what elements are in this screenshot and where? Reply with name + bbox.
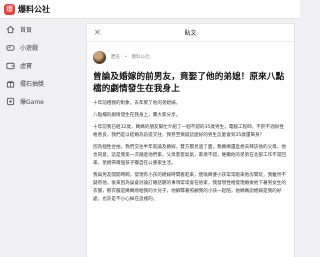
panel-header: ✕ 貼文 — [87, 24, 294, 42]
sidebar-item-virtual-treasure[interactable]: 虛寶 — [0, 56, 58, 74]
sidebar-item-label: 小遊戲 — [20, 44, 39, 52]
panel-title: 貼文 — [184, 30, 197, 37]
sidebar: 首頁 小遊戲 虛寶 擺石抽獎 爆Game — [0, 20, 58, 257]
post-paragraph: 我與男友開開時啊，發現有小孩的媳婦時間看起來，使喚婢婆小孩常常跑來他房間玩，我雖… — [93, 173, 286, 202]
site-name[interactable]: 爆料公社 — [18, 4, 50, 15]
post-paragraph: 十年前我已經32歲，媽媽的朋友幫忙介紹了一個不錯的35歲男生，電腦工程師，不菸不… — [93, 125, 284, 138]
sidebar-item-label: 擺石抽獎 — [20, 80, 45, 88]
author-meta: 匿名 • 爆料公社 — [111, 54, 153, 60]
close-icon[interactable]: ✕ — [94, 28, 101, 37]
community-name[interactable]: 爆料公社 — [132, 55, 150, 60]
site-logo-icon[interactable]: 爆 — [4, 3, 15, 15]
sidebar-item-label: 爆Game — [20, 98, 44, 106]
post-panel: ✕ 貼文 匿名 • 爆料公社 曾論及婚嫁的前男友，竟娶了他的弟媳！原來八點檔的劇… — [86, 23, 295, 257]
sidebar-item-bao-game[interactable]: 爆Game — [0, 92, 58, 110]
meta-separator: • — [124, 55, 128, 60]
post-content: 匿名 • 爆料公社 曾論及婚嫁的前男友，竟娶了他的弟媳！原來八點檔的劇情發生在我… — [87, 42, 294, 204]
sidebar-item-lottery[interactable]: 擺石抽獎 — [0, 74, 58, 92]
author-name[interactable]: 匿名 — [111, 55, 120, 60]
sidebar-item-minigames[interactable]: 小遊戲 — [0, 38, 58, 56]
post-paragraph: 因為個性合拍，我們交往半年就論及婚嫁，雙方都見過了面，我媽媽還直想去拜訪他的父母… — [93, 145, 286, 166]
sidebar-item-home[interactable]: 首頁 — [0, 20, 58, 38]
author-row: 匿名 • 爆料公社 — [93, 46, 288, 68]
avatar[interactable] — [93, 50, 106, 64]
post-title: 曾論及婚嫁的前男友，竟娶了他的弟媳！原來八點檔的劇情發生在我身上 — [93, 72, 285, 94]
post-paragraph: 十年前相親的對象，去年娶了他的弟媳婦。 — [93, 101, 181, 106]
home-icon — [6, 25, 15, 34]
post-paragraph: 八點檔的劇情發生在我身上，實大家分享。 — [93, 113, 181, 118]
controller-icon — [6, 97, 15, 106]
wallet-icon — [6, 61, 15, 70]
gift-icon — [6, 79, 15, 88]
sidebar-item-label: 首頁 — [20, 26, 33, 34]
top-bar: 爆 爆料公社 — [0, 0, 300, 19]
sidebar-item-label: 虛寶 — [20, 62, 33, 70]
gamepad-icon — [6, 43, 15, 52]
